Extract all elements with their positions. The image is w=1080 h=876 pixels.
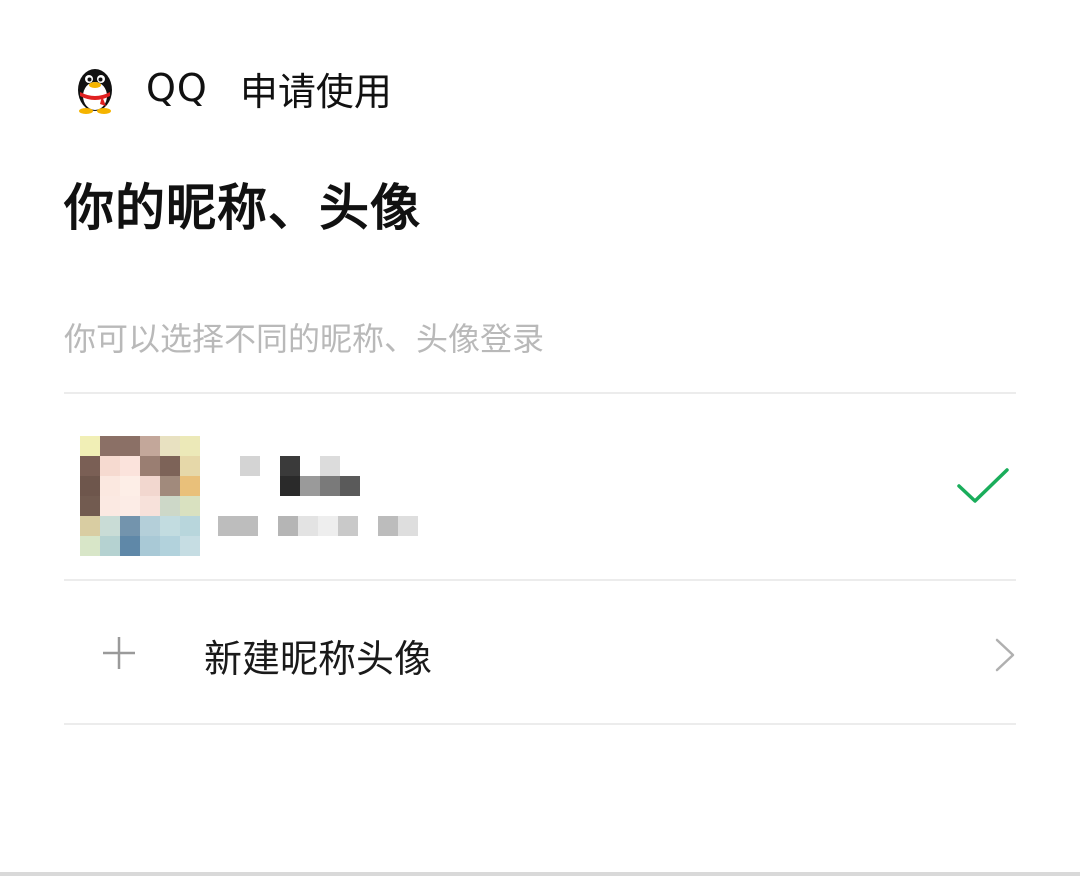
divider-bottom <box>64 723 1016 725</box>
chevron-right-icon <box>995 638 1015 672</box>
account-row[interactable] <box>64 394 1016 580</box>
avatar <box>80 436 200 556</box>
qq-penguin-icon <box>78 69 112 114</box>
nickname <box>218 454 378 498</box>
auth-page: QQ 申请使用 你的昵称、头像 你可以选择不同的昵称、头像登录 新建昵称头像 <box>0 0 1080 876</box>
new-profile-row[interactable]: 新建昵称头像 <box>64 582 1016 724</box>
app-name: QQ <box>146 66 208 110</box>
scope-hint: 你可以选择不同的昵称、头像登录 <box>64 320 545 358</box>
bottom-edge <box>0 872 1080 876</box>
divider-middle <box>64 579 1016 581</box>
app-header: QQ 申请使用 <box>72 58 392 118</box>
check-icon <box>957 468 1009 503</box>
new-profile-label: 新建昵称头像 <box>204 637 433 681</box>
scope-title: 你的昵称、头像 <box>64 179 421 237</box>
request-label: 申请使用 <box>239 69 392 114</box>
account-id <box>218 516 428 538</box>
plus-icon <box>103 637 135 669</box>
